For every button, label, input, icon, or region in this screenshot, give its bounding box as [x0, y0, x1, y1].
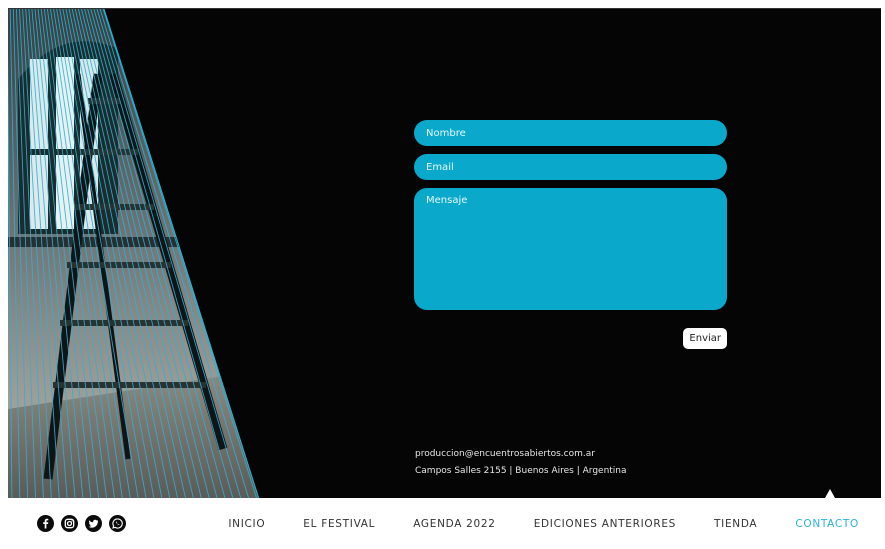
contact-address: Campos Salles 2155 | Buenos Aires | Arge…: [415, 466, 627, 476]
whatsapp-icon[interactable]: [109, 515, 126, 532]
contact-email: produccion@encuentrosabiertos.com.ar: [415, 449, 595, 459]
social-links: [37, 515, 126, 532]
email-field[interactable]: [414, 154, 727, 180]
contact-form: Enviar: [414, 120, 727, 349]
active-tab-marker: [825, 489, 835, 498]
nav-item-agenda-2022[interactable]: AGENDA 2022: [413, 518, 495, 530]
instagram-icon[interactable]: [61, 515, 78, 532]
nav-item-tienda[interactable]: TIENDA: [714, 518, 757, 530]
contact-page: Enviar produccion@encuentrosabiertos.com…: [8, 8, 881, 498]
twitter-icon[interactable]: [85, 515, 102, 532]
message-field[interactable]: [414, 188, 727, 310]
ladder-photo: [8, 9, 260, 498]
main-menu: INICIO EL FESTIVAL AGENDA 2022 EDICIONES AN…: [228, 518, 859, 530]
nav-item-el-festival[interactable]: EL FESTIVAL: [303, 518, 375, 530]
nav-item-contacto[interactable]: CONTACTO: [795, 518, 859, 530]
contact-info: produccion@encuentrosabiertos.com.ar Cam…: [415, 446, 627, 480]
nav-item-ediciones-anteriores[interactable]: EDICIONES ANTERIORES: [534, 518, 676, 530]
footer-nav: INICIO EL FESTIVAL AGENDA 2022 EDICIONES AN…: [8, 489, 881, 549]
nav-item-inicio[interactable]: INICIO: [228, 518, 265, 530]
facebook-icon[interactable]: [37, 515, 54, 532]
send-button[interactable]: Enviar: [683, 328, 727, 349]
name-field[interactable]: [414, 120, 727, 146]
